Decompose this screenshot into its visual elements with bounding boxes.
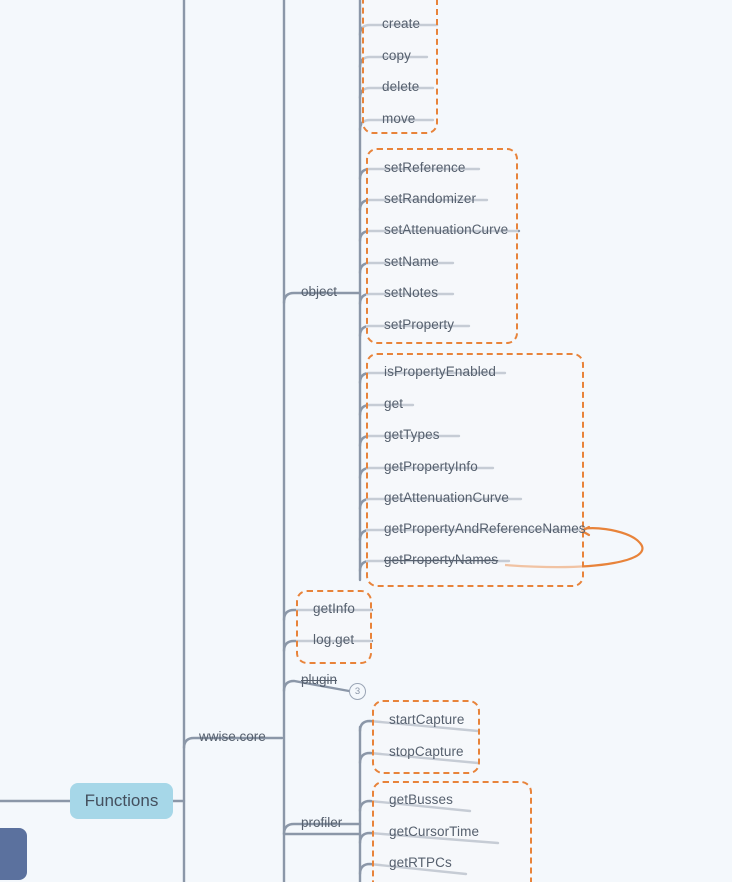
collapsed-count-badge-plugin[interactable]: 3 [349, 683, 366, 700]
branch-profiler[interactable]: profiler [301, 816, 342, 830]
leaf-startcapture-label: startCapture [389, 712, 465, 727]
leaf-setattenuationcurve-label: setAttenuationCurve [384, 222, 509, 237]
leaf-setproperty-label: setProperty [384, 317, 455, 332]
node-functions-label: Functions [84, 791, 159, 810]
leaf-setname-label: setName [384, 254, 439, 269]
leaf-stopcapture[interactable]: stopCapture [388, 745, 466, 759]
branch-plugin[interactable]: plugin [301, 673, 337, 687]
branch-profiler-label: profiler [301, 815, 343, 830]
leaf-getbusses[interactable]: getBusses [388, 793, 455, 807]
group-object-setters [366, 148, 518, 344]
leaf-getbusses-label: getBusses [389, 792, 453, 807]
leaf-log-get-label: log.get [313, 632, 355, 647]
collapsed-count-badge-plugin-value: 3 [354, 685, 361, 697]
leaf-copy[interactable]: copy [381, 49, 413, 63]
leaf-setnotes[interactable]: setNotes [383, 286, 440, 300]
leaf-delete-label: delete [382, 79, 420, 94]
leaf-startcapture[interactable]: startCapture [388, 713, 466, 727]
leaf-gettypes[interactable]: getTypes [383, 428, 442, 442]
leaf-gettypes-label: getTypes [384, 427, 440, 442]
leaf-getcursortime[interactable]: getCursorTime [388, 825, 481, 839]
leaf-setrandomizer-label: setRandomizer [384, 191, 477, 206]
leaf-move[interactable]: move [381, 112, 417, 126]
leaf-getpropertyandreferencenames-label: getPropertyAndReferenceNames [384, 521, 586, 536]
edge-layer [0, 0, 644, 882]
branch-wwise-core-label: wwise.core [199, 729, 266, 744]
leaf-get-label: get [384, 396, 404, 411]
leaf-getpropertynames[interactable]: getPropertyNames [383, 553, 500, 567]
leaf-getpropertyandreferencenames[interactable]: getPropertyAndReferenceNames [383, 522, 588, 536]
leaf-setrandomizer[interactable]: setRandomizer [383, 192, 478, 206]
leaf-ispropertyenabled-label: isPropertyEnabled [384, 364, 497, 379]
leaf-setreference[interactable]: setReference [383, 161, 468, 175]
leaf-create-label: create [382, 16, 421, 31]
leaf-setreference-label: setReference [384, 160, 466, 175]
leaf-getpropertynames-label: getPropertyNames [384, 552, 499, 567]
node-partial-offscreen[interactable] [0, 828, 27, 880]
leaf-getrtpcs-label: getRTPCs [389, 855, 452, 870]
leaf-getpropertyinfo[interactable]: getPropertyInfo [383, 460, 480, 474]
branch-object[interactable]: object [301, 285, 337, 299]
leaf-move-label: move [382, 111, 416, 126]
leaf-getrtpcs[interactable]: getRTPCs [388, 856, 454, 870]
leaf-copy-label: copy [382, 48, 411, 63]
branch-object-label: object [301, 284, 338, 299]
leaf-setnotes-label: setNotes [384, 285, 439, 300]
leaf-stopcapture-label: stopCapture [389, 744, 464, 759]
leaf-setproperty[interactable]: setProperty [383, 318, 456, 332]
leaf-getpropertyinfo-label: getPropertyInfo [384, 459, 478, 474]
node-functions[interactable]: Functions [70, 783, 173, 819]
leaf-log-get[interactable]: log.get [312, 633, 356, 647]
mindmap-canvas: Functions wwise.core object plugin 3 pro… [0, 0, 732, 882]
leaf-getattenuationcurve-label: getAttenuationCurve [384, 490, 509, 505]
leaf-get[interactable]: get [383, 397, 405, 411]
branch-plugin-label: plugin [301, 672, 338, 687]
leaf-ispropertyenabled[interactable]: isPropertyEnabled [383, 365, 498, 379]
branch-wwise-core[interactable]: wwise.core [199, 730, 266, 744]
leaf-getcursortime-label: getCursorTime [389, 824, 480, 839]
leaf-delete[interactable]: delete [381, 80, 421, 94]
leaf-getattenuationcurve[interactable]: getAttenuationCurve [383, 491, 511, 505]
leaf-getinfo-label: getInfo [313, 601, 355, 616]
leaf-setname[interactable]: setName [383, 255, 441, 269]
leaf-setattenuationcurve[interactable]: setAttenuationCurve [383, 223, 510, 237]
leaf-getinfo[interactable]: getInfo [312, 602, 357, 616]
leaf-create[interactable]: create [381, 17, 422, 31]
